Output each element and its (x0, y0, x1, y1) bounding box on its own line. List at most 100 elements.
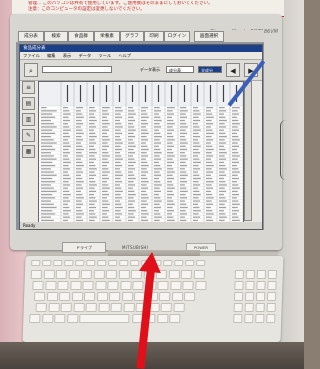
keyboard-key[interactable] (42, 260, 52, 266)
keyboard-key[interactable] (66, 314, 78, 323)
numpad-key[interactable] (267, 281, 277, 290)
keyboard-key[interactable] (193, 270, 205, 279)
keyboard-key[interactable] (82, 281, 94, 290)
keyboard-key[interactable] (158, 292, 171, 301)
tab-button[interactable]: 食品群 (68, 31, 94, 42)
arrow-left-icon[interactable]: ◀ (226, 63, 240, 77)
keyboard-key[interactable] (97, 260, 107, 266)
tab-button[interactable]: グラフ (120, 31, 144, 42)
keyboard-key[interactable] (53, 260, 63, 266)
keyboard-key[interactable] (60, 303, 72, 312)
tab-button[interactable]: 印刷 (144, 31, 164, 42)
keyboard-key[interactable] (169, 281, 182, 290)
keyboard-key[interactable] (41, 314, 53, 323)
keyboard-key[interactable] (68, 270, 80, 279)
keyboard-key[interactable] (94, 281, 107, 290)
keyboard-key[interactable] (182, 281, 194, 290)
keyboard-key[interactable] (123, 303, 135, 312)
keyboard-key[interactable] (160, 303, 172, 312)
numpad-key[interactable] (255, 314, 265, 323)
keyboard-key[interactable] (110, 303, 122, 312)
keyboard-key[interactable] (107, 281, 119, 290)
keyboard-key[interactable] (183, 292, 196, 301)
keyboard-key[interactable] (185, 260, 195, 266)
keyboard-key[interactable] (85, 303, 97, 312)
tab-button[interactable]: 成分表 (18, 31, 44, 42)
numpad-key[interactable] (245, 281, 255, 290)
keyboard-key[interactable] (168, 270, 180, 279)
keyboard-key[interactable] (173, 303, 185, 312)
keyboard-key[interactable] (35, 303, 47, 312)
keyboard-key[interactable] (132, 281, 144, 290)
numpad-key[interactable] (244, 314, 254, 323)
menu-item[interactable]: データ (79, 53, 92, 58)
numpad-key[interactable] (233, 303, 243, 312)
keyboard-key[interactable] (108, 292, 121, 301)
search-icon[interactable]: ⌕ (24, 63, 38, 77)
numpad-key[interactable] (256, 281, 266, 290)
numpad-key[interactable] (267, 270, 278, 279)
keyboard-key[interactable] (196, 260, 206, 266)
keyboard-key[interactable] (75, 260, 85, 266)
keyboard-key[interactable] (57, 281, 69, 290)
tab-button[interactable]: 画面選択 (194, 31, 224, 42)
list-icon[interactable]: ≡ (22, 81, 35, 94)
numpad-key[interactable] (255, 292, 266, 301)
keyboard-key[interactable] (130, 270, 143, 279)
keyboard-key[interactable] (130, 260, 140, 266)
keyboard-key[interactable] (32, 281, 44, 290)
numpad-key[interactable] (266, 303, 276, 312)
keyboard-key[interactable] (48, 303, 60, 312)
keyboard-key[interactable] (157, 281, 169, 290)
numpad-key[interactable] (256, 270, 267, 279)
vertical-scrollbar[interactable] (244, 81, 252, 221)
keyboard-key[interactable] (86, 260, 96, 266)
keyboard-key[interactable] (169, 314, 181, 323)
spacebar-key[interactable] (79, 314, 130, 323)
keyboard-key[interactable] (30, 270, 43, 279)
keyboard-key[interactable] (80, 270, 93, 279)
numpad-key[interactable] (234, 270, 245, 279)
keyboard-key[interactable] (58, 292, 71, 301)
keyboard-key[interactable] (180, 270, 193, 279)
keyboard-key[interactable] (44, 281, 57, 290)
tab-button[interactable]: ログイン (164, 31, 190, 42)
keyboard-key[interactable] (121, 292, 133, 301)
data-field[interactable]: 成分表 (166, 66, 194, 73)
keyboard-key[interactable] (163, 260, 173, 266)
numpad-key[interactable] (255, 303, 265, 312)
numpad-key[interactable] (244, 292, 255, 301)
numpad-key[interactable] (244, 303, 254, 312)
print-icon[interactable]: ▤ (22, 97, 35, 110)
keyboard-key[interactable] (118, 270, 130, 279)
keyboard-key[interactable] (194, 281, 207, 290)
nutrient-select[interactable]: 全成分 (198, 66, 222, 73)
keyboard-key[interactable] (98, 303, 110, 312)
tab-button[interactable]: 検索 (44, 31, 68, 42)
keyboard-key[interactable] (55, 270, 68, 279)
menu-item[interactable]: ヘルプ (118, 53, 131, 58)
numpad-key[interactable] (233, 292, 244, 301)
keyboard-key[interactable] (108, 260, 118, 266)
grid-icon[interactable]: ▦ (22, 145, 35, 158)
keyboard-key[interactable] (96, 292, 108, 301)
keyboard-key[interactable] (73, 303, 85, 312)
chart-icon[interactable]: ▥ (22, 113, 35, 126)
keyboard-key[interactable] (31, 260, 41, 266)
keyboard-key[interactable] (105, 270, 118, 279)
keyboard-key[interactable] (64, 260, 74, 266)
keyboard-key[interactable] (54, 314, 66, 323)
keyboard-key[interactable] (119, 260, 129, 266)
keyboard-key[interactable] (171, 292, 183, 301)
keyboard-key[interactable] (33, 292, 46, 301)
food-name-field[interactable] (42, 66, 112, 73)
menu-item[interactable]: 編集 (47, 53, 55, 58)
keyboard-key[interactable] (69, 281, 82, 290)
keyboard-key[interactable] (119, 281, 132, 290)
numpad-key[interactable] (245, 270, 256, 279)
menu-item[interactable]: ファイル (23, 53, 40, 58)
keyboard-key[interactable] (71, 292, 83, 301)
numpad-key[interactable] (266, 292, 277, 301)
numpad-key[interactable] (233, 314, 243, 323)
keyboard-key[interactable] (156, 314, 168, 323)
